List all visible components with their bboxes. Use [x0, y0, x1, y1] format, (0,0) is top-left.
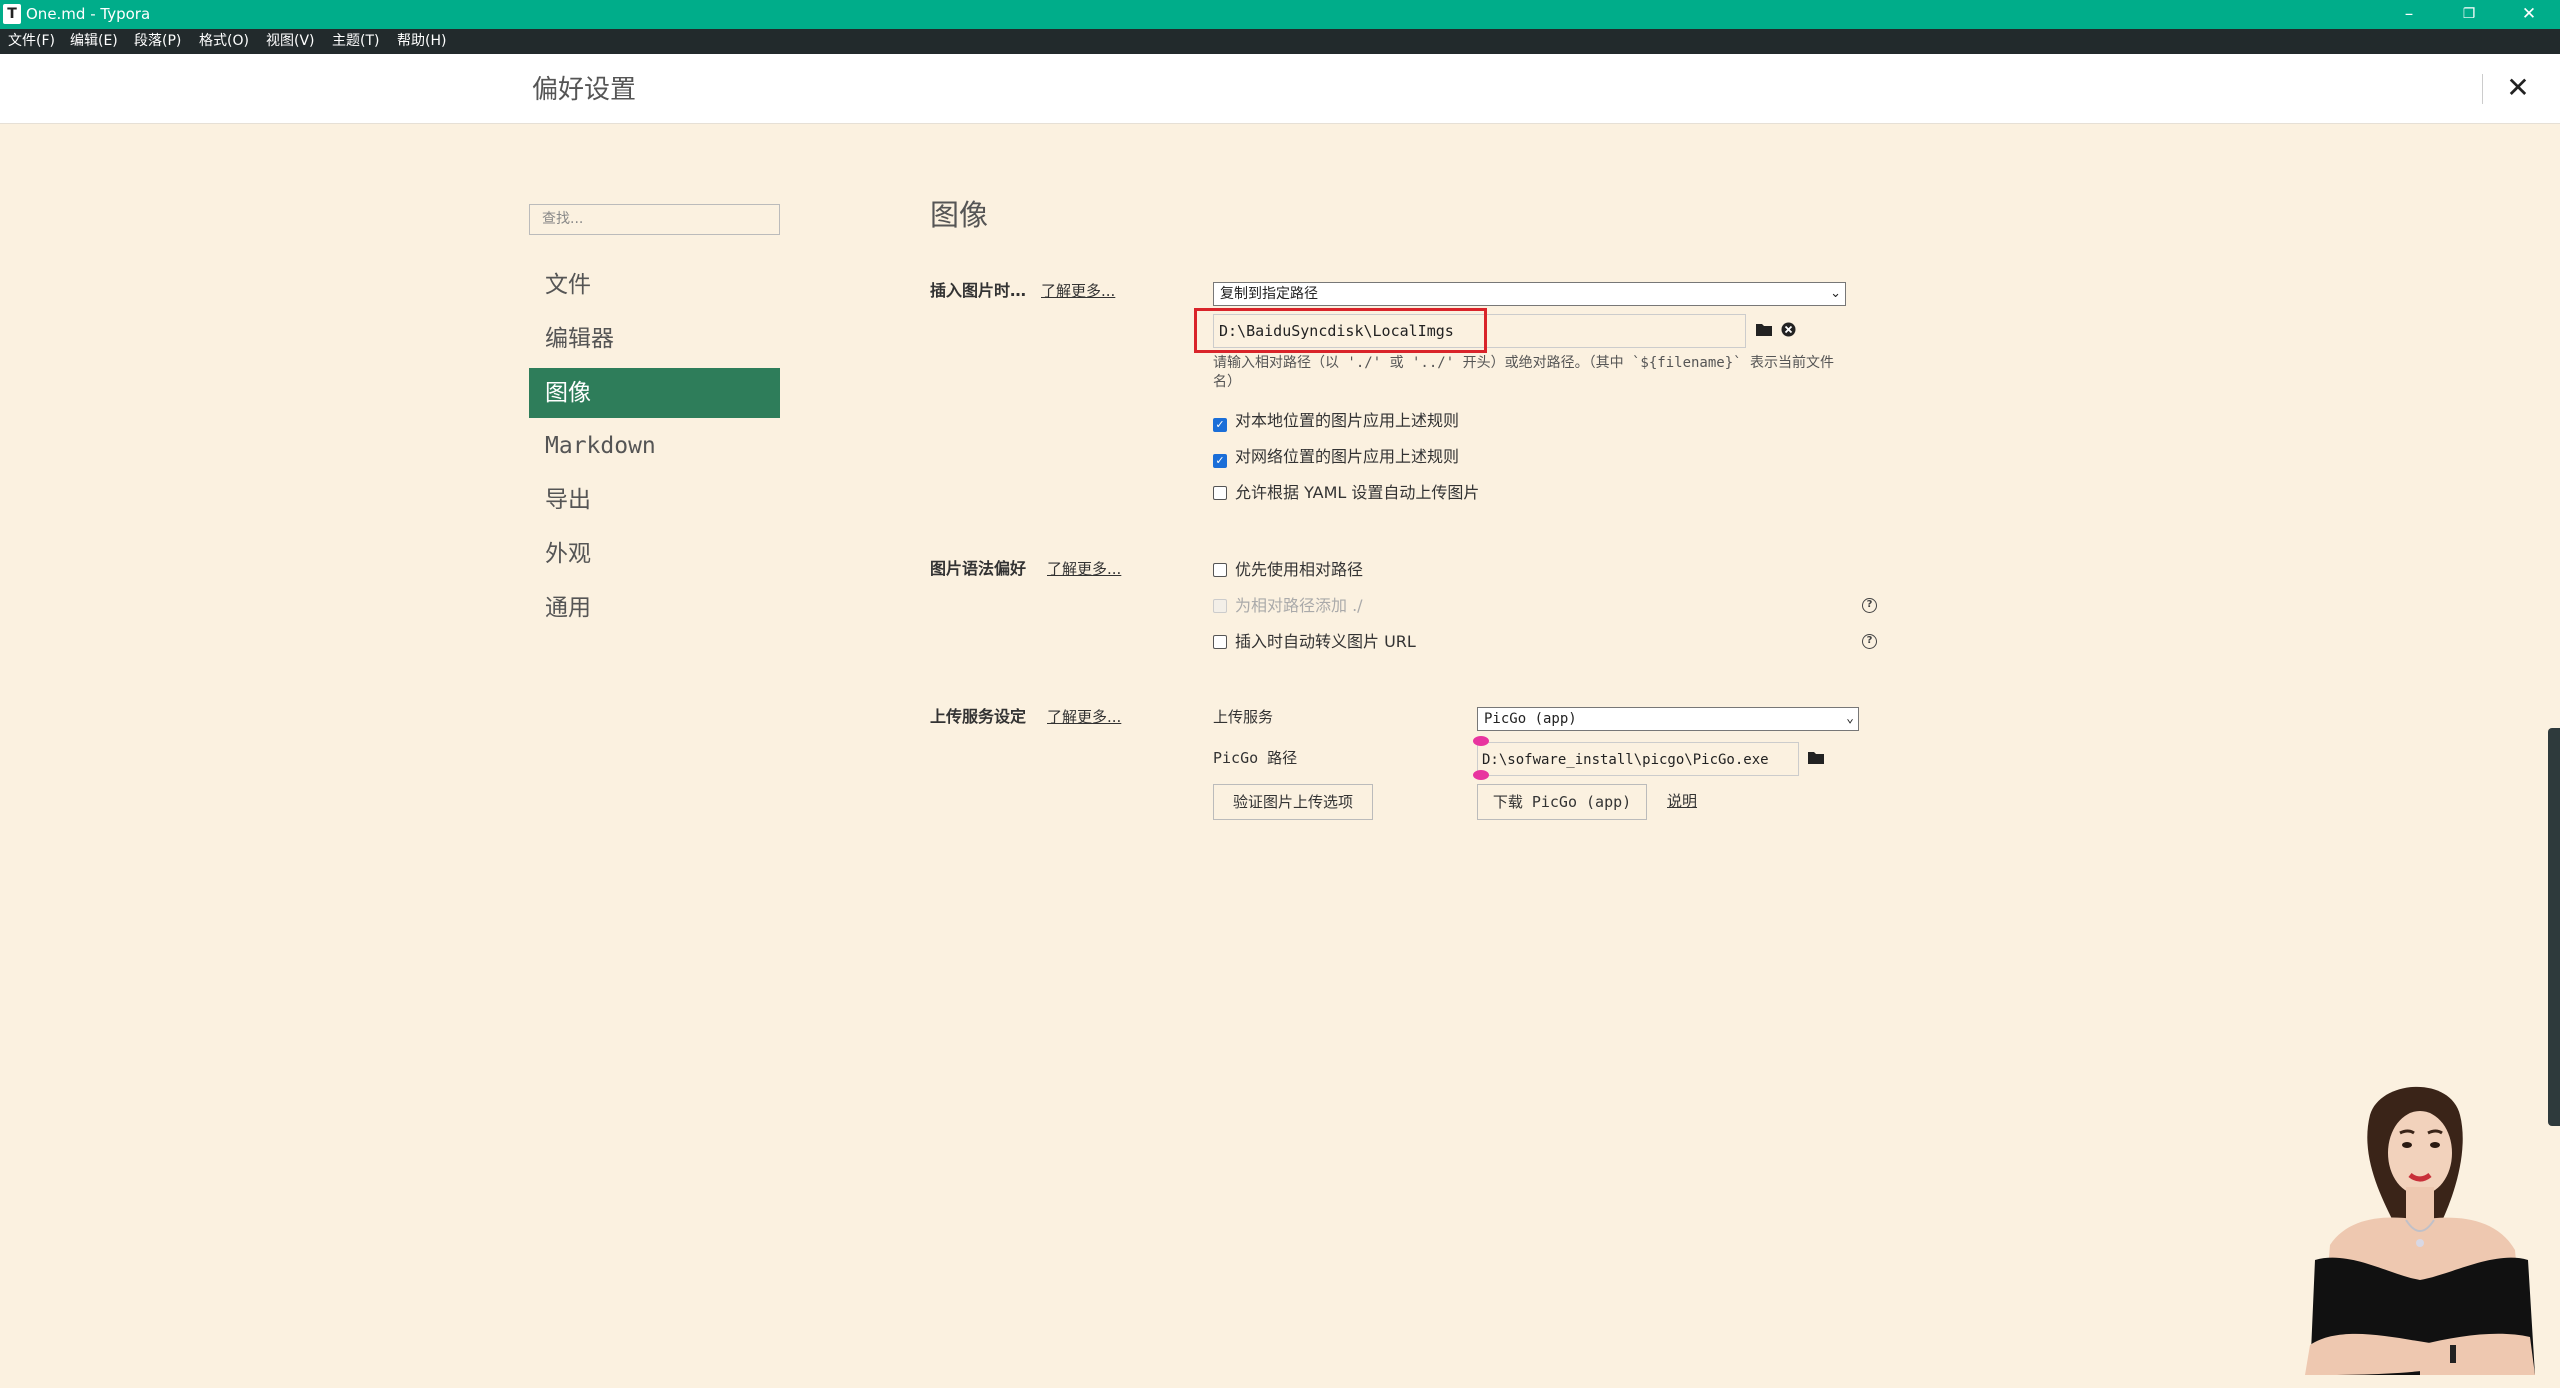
- checkbox-disabled-icon: [1213, 599, 1227, 613]
- window-title: One.md - Typora: [26, 5, 151, 23]
- checkbox-checked-icon[interactable]: ✓: [1213, 418, 1227, 432]
- window-close-button[interactable]: ✕: [2500, 0, 2558, 29]
- menu-file[interactable]: 文件(F): [8, 33, 55, 50]
- menu-view[interactable]: 视图(V): [266, 33, 315, 50]
- section-title: 图像: [930, 198, 989, 232]
- sidebar-item-export[interactable]: 导出: [529, 475, 780, 525]
- insert-rule-select[interactable]: 复制到指定路径 ⌄: [1213, 282, 1846, 306]
- option-yaml-upload[interactable]: 允许根据 YAML 设置自动上传图片: [1213, 482, 1479, 504]
- upload-settings-label: 上传服务设定: [930, 707, 1027, 726]
- option-local-images[interactable]: ✓ 对本地位置的图片应用上述规则: [1213, 410, 1459, 432]
- menu-format[interactable]: 格式(O): [199, 33, 249, 50]
- option-escape-url[interactable]: 插入时自动转义图片 URL: [1213, 631, 1416, 653]
- option-add-dot-slash: 为相对路径添加 ./: [1213, 595, 1363, 617]
- sidebar-item-general[interactable]: 通用: [529, 583, 780, 633]
- option-prefer-relative[interactable]: 优先使用相对路径: [1213, 559, 1363, 581]
- insert-learn-more-link[interactable]: 了解更多...: [1041, 281, 1115, 301]
- selection-handle-bottom: [1473, 770, 1489, 780]
- upload-service-value: PicGo (app): [1484, 711, 1577, 727]
- sidebar-item-editor[interactable]: 编辑器: [529, 314, 780, 364]
- option-escape-url-label: 插入时自动转义图片 URL: [1235, 632, 1416, 651]
- decorative-portrait-image: [2300, 1075, 2540, 1388]
- checkbox-unchecked-icon[interactable]: [1213, 563, 1227, 577]
- option-prefer-relative-label: 优先使用相对路径: [1235, 560, 1364, 579]
- menu-bar: 文件(F) 编辑(E) 段落(P) 格式(O) 视图(V) 主题(T) 帮助(H…: [0, 29, 2560, 54]
- menu-theme[interactable]: 主题(T): [332, 33, 379, 50]
- preferences-header: 偏好设置 ✕: [0, 54, 2560, 124]
- upload-service-label: 上传服务: [1213, 708, 1274, 726]
- page-title: 偏好设置: [532, 75, 637, 105]
- menu-paragraph[interactable]: 段落(P): [134, 33, 181, 50]
- chevron-down-icon: ⌄: [1830, 286, 1841, 301]
- path-hint-text: 请输入相对路径（以 './' 或 '../' 开头）或绝对路径。（其中 `${f…: [1213, 355, 1835, 390]
- clear-icon[interactable]: [1781, 322, 1796, 341]
- option-add-dot-slash-label: 为相对路径添加 ./: [1235, 596, 1363, 615]
- sidebar-item-file[interactable]: 文件: [529, 260, 780, 310]
- scrollbar-thumb[interactable]: [2548, 728, 2560, 1126]
- picgo-path-input[interactable]: D:\sofware_install\picgo\PicGo.exe: [1477, 742, 1799, 776]
- sidebar-item-image[interactable]: 图像: [529, 368, 780, 418]
- download-picgo-button[interactable]: 下载 PicGo (app): [1477, 784, 1647, 820]
- upload-learn-more-link[interactable]: 了解更多...: [1047, 707, 1121, 727]
- syntax-learn-more-link[interactable]: 了解更多...: [1047, 559, 1121, 579]
- upload-service-select[interactable]: PicGo (app) ⌄: [1477, 707, 1859, 731]
- picgo-path-label: PicGo 路径: [1213, 749, 1298, 767]
- minimize-button[interactable]: –: [2380, 0, 2438, 29]
- syntax-pref-label: 图片语法偏好: [930, 559, 1027, 578]
- checkbox-checked-icon[interactable]: ✓: [1213, 454, 1227, 468]
- sidebar-item-appearance[interactable]: 外观: [529, 529, 780, 579]
- selection-handle-top: [1473, 736, 1489, 746]
- checkbox-unchecked-icon[interactable]: [1213, 635, 1227, 649]
- option-local-images-label: 对本地位置的图片应用上述规则: [1235, 411, 1460, 430]
- folder-icon[interactable]: [1756, 323, 1772, 340]
- help-circle-icon[interactable]: ?: [1862, 634, 1877, 649]
- picgo-help-link[interactable]: 说明: [1667, 791, 1697, 811]
- verify-upload-button[interactable]: 验证图片上传选项: [1213, 784, 1373, 820]
- menu-edit[interactable]: 编辑(E): [70, 33, 118, 50]
- checkbox-unchecked-icon[interactable]: [1213, 486, 1227, 500]
- close-preferences-button[interactable]: ✕: [2500, 70, 2536, 106]
- help-circle-icon[interactable]: ?: [1862, 598, 1877, 613]
- folder-icon[interactable]: [1808, 751, 1824, 768]
- option-network-images[interactable]: ✓ 对网络位置的图片应用上述规则: [1213, 446, 1459, 468]
- typora-app-icon: T: [3, 4, 21, 24]
- insert-rule-value: 复制到指定路径: [1220, 286, 1318, 302]
- header-divider: [2482, 74, 2483, 104]
- sidebar-item-markdown[interactable]: Markdown: [529, 421, 780, 471]
- preferences-search-input[interactable]: 查找...: [529, 204, 780, 235]
- window-title-bar: T One.md - Typora – ❐ ✕: [0, 0, 2560, 29]
- option-network-images-label: 对网络位置的图片应用上述规则: [1235, 447, 1460, 466]
- chevron-down-icon: ⌄: [1846, 711, 1854, 726]
- menu-help[interactable]: 帮助(H): [397, 33, 446, 50]
- insert-image-label: 插入图片时…: [930, 281, 1027, 300]
- option-yaml-upload-label: 允许根据 YAML 设置自动上传图片: [1235, 483, 1480, 502]
- path-highlight-box: [1194, 308, 1487, 353]
- maximize-button[interactable]: ❐: [2440, 0, 2498, 29]
